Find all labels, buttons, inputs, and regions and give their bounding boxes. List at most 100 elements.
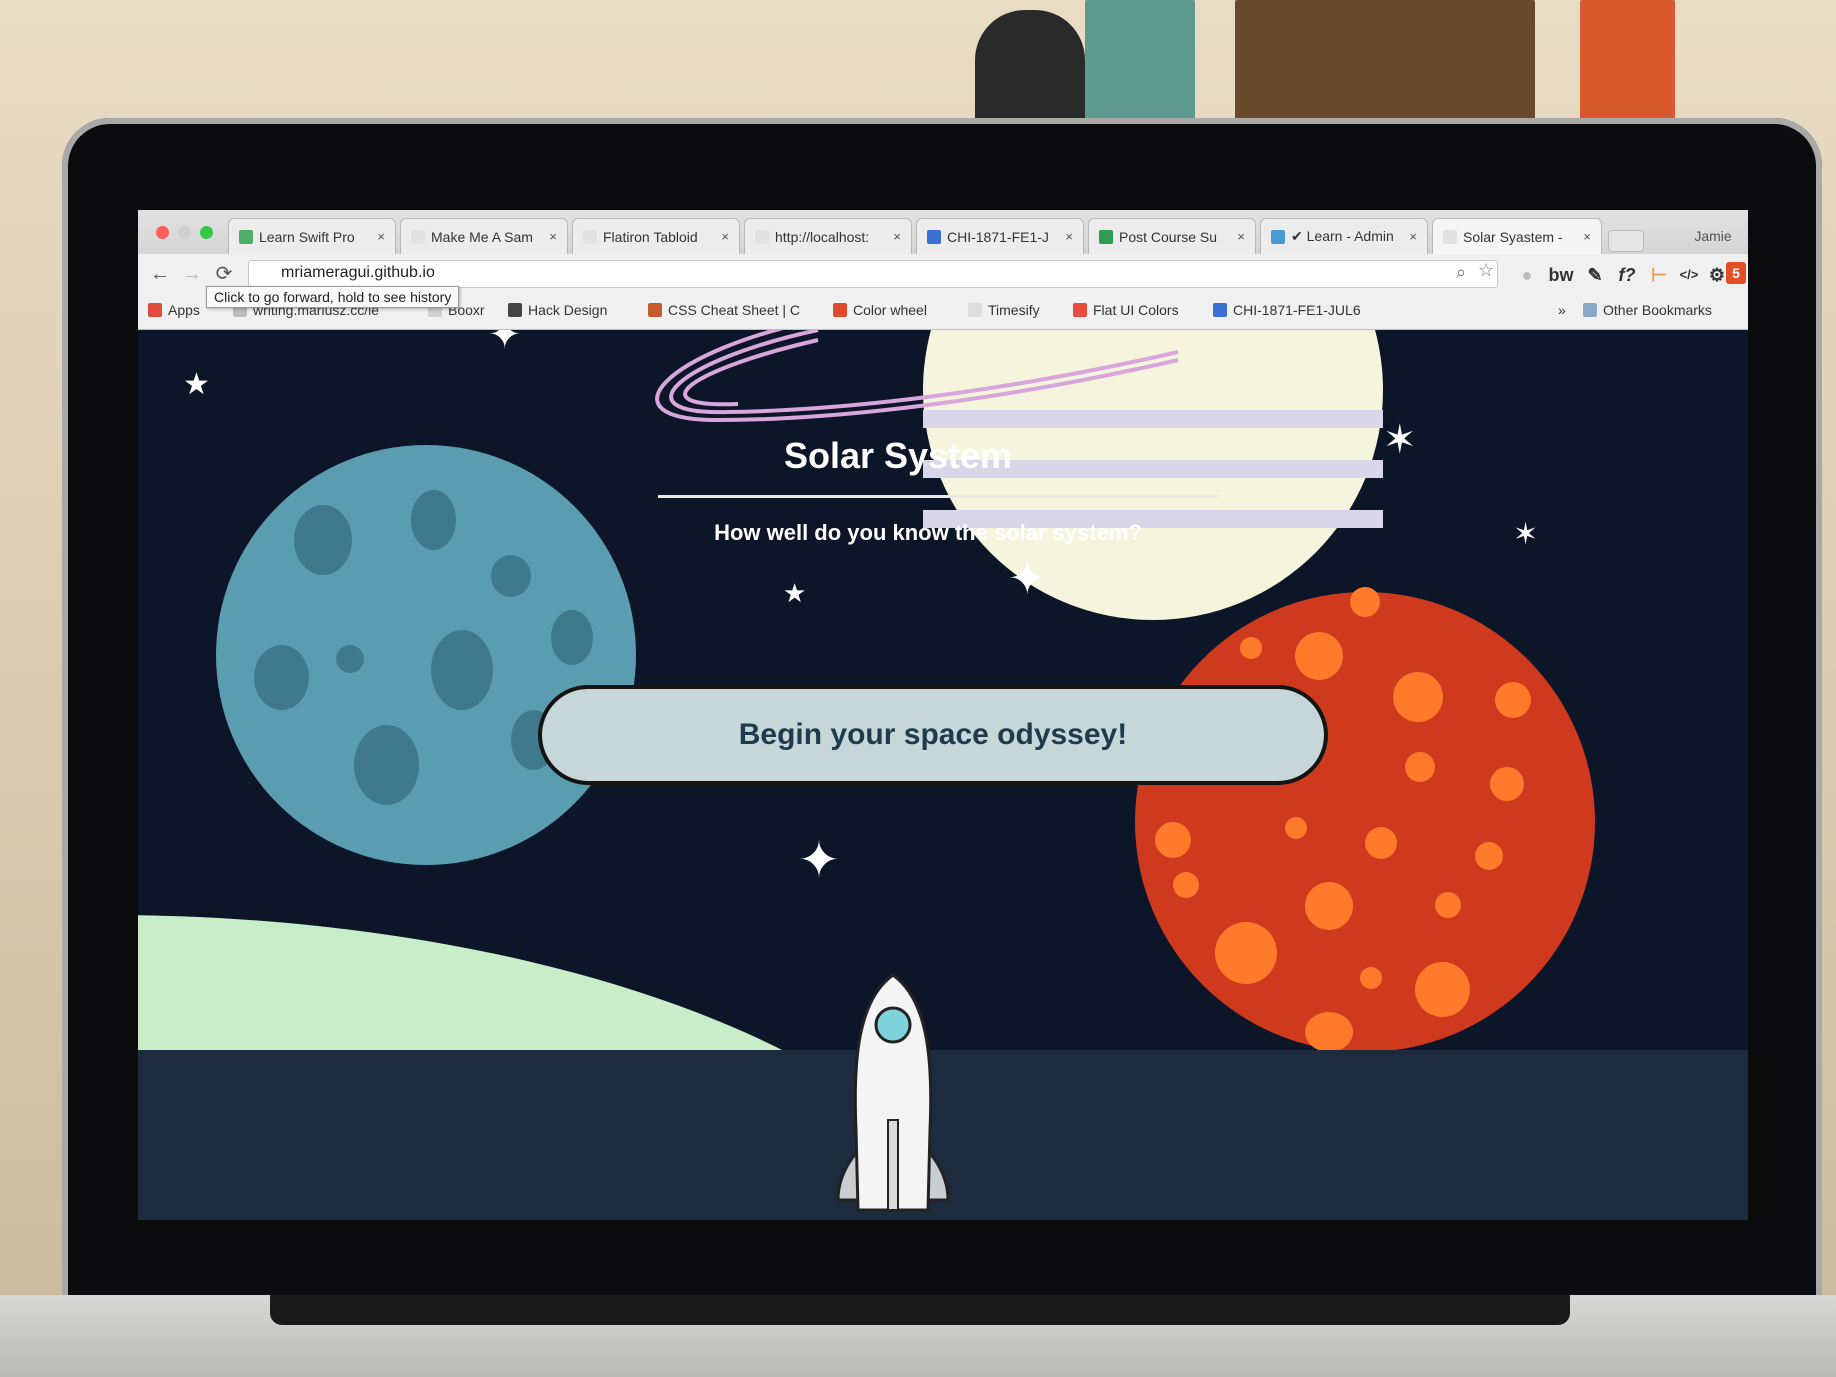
crater (294, 505, 352, 575)
bookmark-label: Hack Design (528, 302, 608, 318)
crater (254, 645, 309, 710)
ruler-icon[interactable]: ⊢ (1646, 262, 1672, 288)
bookmark-apps[interactable]: Apps (148, 302, 200, 318)
tab-chi-1871[interactable]: CHI-1871-FE1-J × (916, 218, 1084, 254)
sparkle-icon: ✦ (1008, 552, 1047, 604)
tab-make-me-a-sam[interactable]: Make Me A Sam × (400, 218, 568, 254)
star-icon: ★ (783, 578, 807, 608)
planet-spot (1240, 637, 1262, 659)
tab-label: ✔ Learn - Admin (1291, 228, 1394, 244)
planet-spot (1285, 817, 1307, 839)
new-tab-button[interactable] (1608, 230, 1644, 252)
crater (411, 490, 456, 550)
planet-spot (1405, 752, 1435, 782)
red-planet (1135, 587, 1595, 1052)
tab-close-icon[interactable]: × (1583, 229, 1591, 244)
tab-favicon (411, 229, 425, 244)
tab-learn-admin[interactable]: ✔ Learn - Admin × (1260, 218, 1428, 254)
bookmark-timesify[interactable]: Timesify (968, 302, 1040, 318)
function-icon[interactable]: f? (1614, 262, 1640, 288)
tab-close-icon[interactable]: × (893, 229, 901, 244)
tab-close-icon[interactable]: × (1409, 229, 1417, 244)
eyedropper-icon[interactable]: ✎ (1582, 262, 1608, 288)
bookmarks-overflow-icon[interactable]: » (1558, 302, 1566, 318)
address-text: mriameragui.github.io (281, 264, 435, 281)
crater (551, 610, 593, 665)
bookmark-label: Other Bookmarks (1603, 302, 1712, 318)
bookmark-label: Apps (168, 302, 200, 318)
planet-spot (1365, 827, 1397, 859)
planet-spot (1305, 1012, 1353, 1052)
tab-close-icon[interactable]: × (1237, 229, 1245, 244)
bookmark-chi-1871[interactable]: CHI-1871-FE1-JUL6 (1213, 302, 1361, 318)
begin-odyssey-button[interactable]: Begin your space odyssey! (538, 685, 1328, 785)
forward-arrow-icon[interactable]: → (180, 262, 204, 286)
planet-spot (1415, 962, 1470, 1017)
folder-icon (1583, 303, 1597, 317)
tab-label: Learn Swift Pro (259, 228, 355, 245)
close-window-button[interactable] (156, 226, 169, 239)
crater (491, 555, 531, 597)
bookmark-label: CHI-1871-FE1-JUL6 (1233, 302, 1361, 318)
tab-flatiron-tabloid[interactable]: Flatiron Tabloid × (572, 218, 740, 254)
back-arrow-icon[interactable]: ← (148, 262, 172, 286)
forward-tooltip: Click to go forward, hold to see history (206, 286, 460, 308)
bw-icon[interactable]: bw (1548, 262, 1574, 288)
minimize-window-button[interactable] (178, 226, 191, 239)
tab-close-icon[interactable]: × (377, 229, 385, 244)
bookmark-color-wheel[interactable]: Color wheel (833, 302, 927, 318)
other-bookmarks[interactable]: Other Bookmarks (1583, 302, 1712, 318)
adobe-icon (833, 303, 847, 317)
zoom-window-button[interactable] (200, 226, 213, 239)
crater (354, 725, 419, 805)
planet-spot (1155, 822, 1191, 858)
tab-favicon (1099, 229, 1113, 244)
bookmark-hack-design[interactable]: Hack Design (508, 302, 607, 318)
apps-grid-icon (148, 303, 162, 317)
planet-spot (1215, 922, 1277, 984)
tab-favicon (1271, 229, 1285, 244)
planet-spot (1490, 767, 1524, 801)
background-person (975, 10, 1085, 135)
address-bar[interactable]: mriameragui.github.io (248, 260, 1498, 288)
planet-spot (1393, 672, 1443, 722)
bookmark-label: CSS Cheat Sheet | C (668, 302, 801, 318)
tab-localhost[interactable]: http://localhost: × (744, 218, 912, 254)
tab-close-icon[interactable]: × (721, 229, 729, 244)
planet-spot (1495, 682, 1531, 718)
star-icon: ✶ (1513, 518, 1539, 551)
bookmark-css-cheat-sheet[interactable]: CSS Cheat Sheet | C (648, 302, 800, 318)
tab-post-course[interactable]: Post Course Su × (1088, 218, 1256, 254)
tab-learn-swift[interactable]: Learn Swift Pro × (228, 218, 396, 254)
chat-bubble-icon[interactable]: ● (1514, 262, 1540, 288)
html5-icon[interactable]: 5 (1726, 262, 1746, 284)
tab-solar-system[interactable]: Solar Syastem - × (1432, 218, 1602, 254)
tab-favicon (239, 229, 253, 244)
tab-label: Solar Syastem - (1463, 228, 1563, 245)
reload-icon[interactable]: ⟳ (212, 262, 236, 286)
tab-favicon (927, 229, 941, 244)
planet-spot (1350, 587, 1380, 617)
planet-spot (1475, 842, 1503, 870)
sparkle-icon: ✦ (488, 330, 522, 357)
planet-spot (1305, 882, 1353, 930)
crater (336, 645, 364, 673)
planet-spot (1295, 632, 1343, 680)
code-icon[interactable]: </> (1676, 262, 1702, 288)
tab-favicon (583, 229, 597, 244)
star-icon: ★ (183, 368, 210, 401)
profile-button[interactable]: Jamie (1678, 218, 1748, 254)
page-icon (968, 303, 982, 317)
tab-close-icon[interactable]: × (1065, 229, 1073, 244)
bookmark-star-icon[interactable]: ☆ (1478, 260, 1494, 281)
palette-icon (1073, 303, 1087, 317)
bookmark-label: Color wheel (853, 302, 927, 318)
bookmark-label: Flat UI Colors (1093, 302, 1179, 318)
saturn-ring (655, 330, 1179, 423)
bookmark-flat-ui-colors[interactable]: Flat UI Colors (1073, 302, 1179, 318)
search-icon[interactable]: ⌕ (1456, 262, 1466, 283)
laptop-screen: Learn Swift Pro × Make Me A Sam × Flatir… (138, 210, 1748, 1220)
tab-close-icon[interactable]: × (549, 229, 557, 244)
rocket-icon (836, 973, 950, 1212)
planet-spot (1360, 967, 1382, 989)
